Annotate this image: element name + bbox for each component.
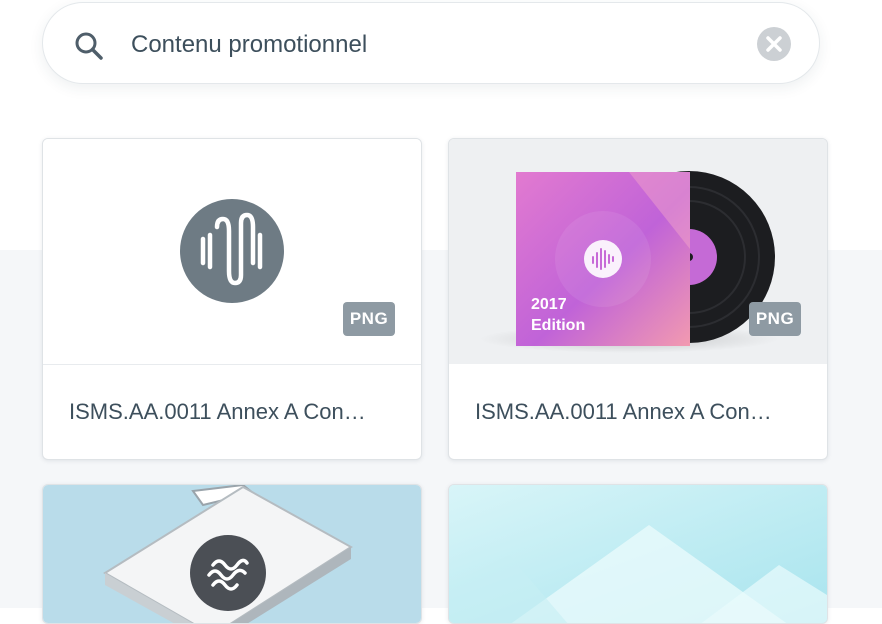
card-title: ISMS.AA.0011 Annex A Con… [475, 399, 772, 424]
result-thumbnail: PNG [43, 139, 421, 365]
file-type-badge: PNG [343, 302, 395, 336]
search-bar[interactable] [42, 2, 820, 84]
mountain-gradient [449, 485, 827, 623]
result-card[interactable]: PNG ISMS.AA.0011 Annex A Con… [42, 138, 422, 460]
clear-search-button[interactable] [757, 27, 791, 61]
result-thumbnail [43, 485, 421, 623]
box-logo-mockup [103, 485, 353, 623]
search-input[interactable] [131, 25, 731, 65]
card-title: ISMS.AA.0011 Annex A Con… [69, 399, 366, 424]
result-card[interactable]: 2017 Edition PNG ISMS.AA.0011 Annex A Co… [448, 138, 828, 460]
result-thumbnail: 2017 Edition PNG [449, 139, 827, 364]
file-type-badge: PNG [749, 302, 801, 336]
close-icon [766, 36, 782, 52]
result-card[interactable] [42, 484, 422, 624]
album-text-year: 2017 [531, 296, 567, 313]
search-icon [73, 30, 105, 62]
result-card[interactable] [448, 484, 828, 624]
result-thumbnail [449, 485, 827, 623]
album-text-edition: Edition [531, 317, 585, 334]
